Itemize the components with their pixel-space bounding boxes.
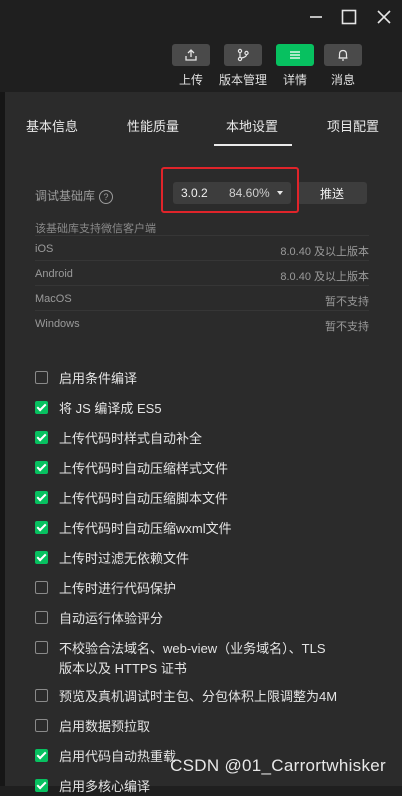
upload-label: 上传 bbox=[178, 73, 203, 87]
option-label: 上传代码时自动压缩样式文件 bbox=[59, 461, 229, 476]
close-button[interactable] bbox=[372, 6, 396, 28]
minimize-icon bbox=[310, 16, 322, 18]
option-label-line2: 版本以及 HTTPS 证书 bbox=[59, 661, 187, 676]
option-label: 上传时进行代码保护 bbox=[59, 581, 177, 596]
tab-basic-info[interactable]: 基本信息 bbox=[26, 116, 78, 135]
checkbox[interactable] bbox=[35, 401, 48, 414]
minimize-button[interactable] bbox=[304, 6, 328, 28]
tab-project-config[interactable]: 项目配置 bbox=[327, 116, 379, 135]
highlight-box bbox=[161, 167, 299, 213]
checkbox[interactable] bbox=[35, 551, 48, 564]
debug-lib-label: 调试基础库? bbox=[35, 187, 114, 204]
messages-button[interactable]: 消息 bbox=[318, 44, 368, 88]
platform-version: 8.0.40 及以上版本 bbox=[280, 246, 369, 258]
debug-lib-text: 调试基础库 bbox=[35, 189, 96, 203]
branch-icon bbox=[224, 44, 262, 66]
watermark: CSDN @01_Carrortwhisker bbox=[170, 756, 386, 775]
checkbox[interactable] bbox=[35, 461, 48, 474]
checkbox[interactable] bbox=[35, 521, 48, 534]
details-panel: 基本信息 性能质量 本地设置 项目配置 调试基础库? 3.0.2 84.60% … bbox=[5, 92, 402, 794]
platform-row: Windows 暂不支持 bbox=[35, 310, 369, 336]
platform-version: 8.0.40 及以上版本 bbox=[280, 271, 369, 283]
option-label: 上传代码时样式自动补全 bbox=[59, 431, 203, 446]
platform-name: iOS bbox=[35, 243, 54, 255]
platform-row: iOS 8.0.40 及以上版本 bbox=[35, 235, 369, 261]
platform-name: Android bbox=[35, 268, 73, 280]
toolbar: 上传 版本管理 详情 消息 bbox=[0, 36, 402, 92]
option-label: 预览及真机调试时主包、分包体积上限调整为4M bbox=[59, 689, 338, 704]
option-label: 上传代码时自动压缩脚本文件 bbox=[59, 491, 229, 506]
platform-row: Android 8.0.40 及以上版本 bbox=[35, 260, 369, 286]
checkbox[interactable] bbox=[35, 431, 48, 444]
details-button[interactable]: 详情 bbox=[270, 44, 320, 88]
tab-local-settings[interactable]: 本地设置 bbox=[226, 116, 278, 135]
maximize-button[interactable] bbox=[337, 6, 361, 28]
option-label: 启用条件编译 bbox=[59, 371, 138, 386]
push-button[interactable]: 推送 bbox=[297, 182, 367, 204]
help-icon[interactable]: ? bbox=[99, 189, 114, 204]
checkbox[interactable] bbox=[35, 371, 48, 384]
support-note: 该基础库支持微信客户端 bbox=[35, 223, 156, 235]
details-label: 详情 bbox=[282, 73, 307, 87]
version-manage-label: 版本管理 bbox=[218, 73, 267, 87]
bell-icon bbox=[324, 44, 362, 66]
option-label: 不校验合法域名、web-view（业务域名）、TLS bbox=[59, 641, 326, 656]
menu-icon bbox=[276, 44, 314, 66]
platform-version: 暂不支持 bbox=[325, 296, 369, 308]
option-label: 启用多核心编译 bbox=[59, 779, 151, 794]
checkbox[interactable] bbox=[35, 641, 48, 654]
upload-button[interactable]: 上传 bbox=[166, 44, 216, 88]
active-tab-indicator bbox=[214, 144, 292, 146]
checkbox[interactable] bbox=[35, 491, 48, 504]
checkbox[interactable] bbox=[35, 611, 48, 624]
checkbox[interactable] bbox=[35, 581, 48, 594]
platform-version: 暂不支持 bbox=[325, 321, 369, 333]
tab-performance[interactable]: 性能质量 bbox=[127, 116, 179, 135]
platform-name: MacOS bbox=[35, 293, 72, 305]
option-label: 将 JS 编译成 ES5 bbox=[59, 401, 162, 416]
option-label: 上传时过滤无依赖文件 bbox=[59, 551, 190, 566]
upload-icon bbox=[172, 44, 210, 66]
option-label: 上传代码时自动压缩wxml文件 bbox=[59, 521, 232, 536]
messages-label: 消息 bbox=[330, 73, 355, 87]
checkbox[interactable] bbox=[35, 749, 48, 762]
version-manage-button[interactable]: 版本管理 bbox=[218, 44, 268, 88]
option-label: 自动运行体验评分 bbox=[59, 611, 164, 626]
title-bar bbox=[0, 0, 402, 36]
platform-name: Windows bbox=[35, 318, 80, 330]
option-label: 启用代码自动热重载 bbox=[59, 749, 177, 764]
close-icon bbox=[377, 10, 391, 24]
tab-bar: 基本信息 性能质量 本地设置 项目配置 bbox=[5, 92, 402, 148]
platform-row: MacOS 暂不支持 bbox=[35, 285, 369, 311]
checkbox[interactable] bbox=[35, 689, 48, 702]
checkbox[interactable] bbox=[35, 719, 48, 732]
maximize-icon bbox=[341, 9, 357, 25]
option-label: 启用数据预拉取 bbox=[59, 719, 151, 734]
